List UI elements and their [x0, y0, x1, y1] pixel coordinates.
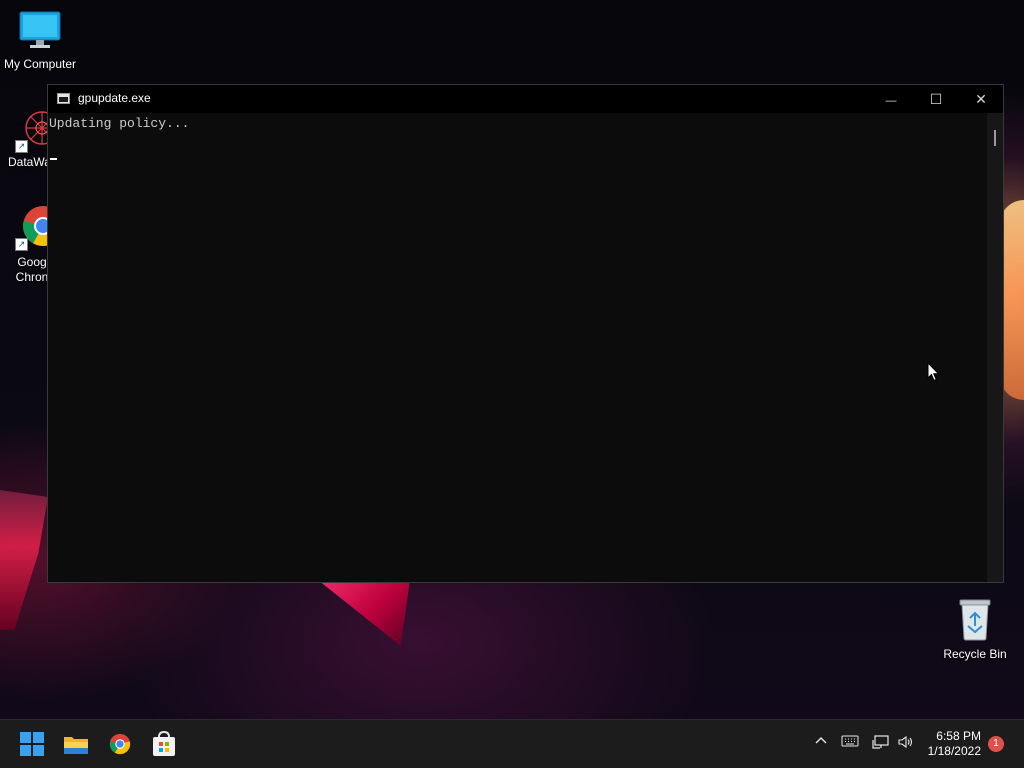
scrollbar-thumb[interactable] — [994, 130, 996, 146]
console-output-line: Updating policy... — [49, 116, 190, 131]
wallpaper-shape — [0, 490, 48, 630]
mouse-pointer-icon — [927, 362, 940, 382]
speaker-icon — [898, 735, 913, 749]
title-bar[interactable]: gpupdate.exe — ☐ ✕ — [48, 85, 1003, 113]
chevron-up-icon — [815, 737, 827, 744]
console-app-icon — [57, 93, 70, 104]
network-button[interactable] — [872, 734, 890, 753]
shortcut-arrow-icon: ↗ — [15, 140, 28, 153]
notification-badge[interactable]: 1 — [988, 736, 1004, 752]
taskbar-microsoft-store[interactable] — [148, 728, 180, 760]
minimize-button[interactable]: — — [869, 85, 913, 113]
wallpaper-shape — [318, 580, 410, 646]
close-icon: ✕ — [975, 91, 987, 107]
recycle-bin-icon — [959, 599, 991, 641]
shortcut-arrow-icon: ↗ — [15, 238, 28, 251]
clock-date: 1/18/2022 — [927, 744, 981, 758]
vertical-scrollbar[interactable] — [987, 113, 1003, 582]
microsoft-store-icon — [153, 730, 175, 756]
desktop-icon-label: Recycle Bin — [943, 647, 1007, 661]
maximize-button[interactable]: ☐ — [914, 85, 958, 113]
volume-button[interactable] — [897, 734, 915, 753]
desktop-icon-recycle-bin[interactable]: Recycle Bin — [935, 596, 1015, 661]
desktop-icon-label: Goog Chron — [15, 255, 49, 284]
taskbar: 6:58 PM 1/18/2022 1 — [0, 719, 1024, 768]
desktop-icon-label: My Computer — [3, 57, 77, 71]
console-window[interactable]: gpupdate.exe — ☐ ✕ Updating policy... — [47, 84, 1004, 583]
taskbar-chrome[interactable] — [104, 728, 136, 760]
monitor-icon — [19, 11, 61, 48]
window-title: gpupdate.exe — [78, 91, 151, 105]
taskbar-file-explorer[interactable] — [60, 728, 92, 760]
file-explorer-icon — [64, 737, 88, 754]
chrome-icon — [109, 733, 131, 755]
text-cursor — [50, 158, 57, 160]
clock-time: 6:58 PM — [936, 729, 981, 743]
network-icon — [872, 735, 889, 749]
keyboard-layout-button[interactable] — [841, 734, 859, 751]
maximize-icon: ☐ — [929, 91, 943, 107]
close-button[interactable]: ✕ — [959, 85, 1003, 113]
minimize-icon: — — [885, 95, 897, 107]
keyboard-icon — [841, 735, 859, 747]
start-button[interactable] — [16, 728, 48, 760]
start-icon — [20, 732, 44, 756]
console-output-area[interactable]: Updating policy... — [48, 113, 987, 582]
taskbar-clock[interactable]: 6:58 PM 1/18/2022 — [928, 729, 981, 759]
show-hidden-icons-button[interactable] — [814, 734, 828, 751]
desktop-icon-my-computer[interactable]: My Computer — [0, 10, 80, 72]
